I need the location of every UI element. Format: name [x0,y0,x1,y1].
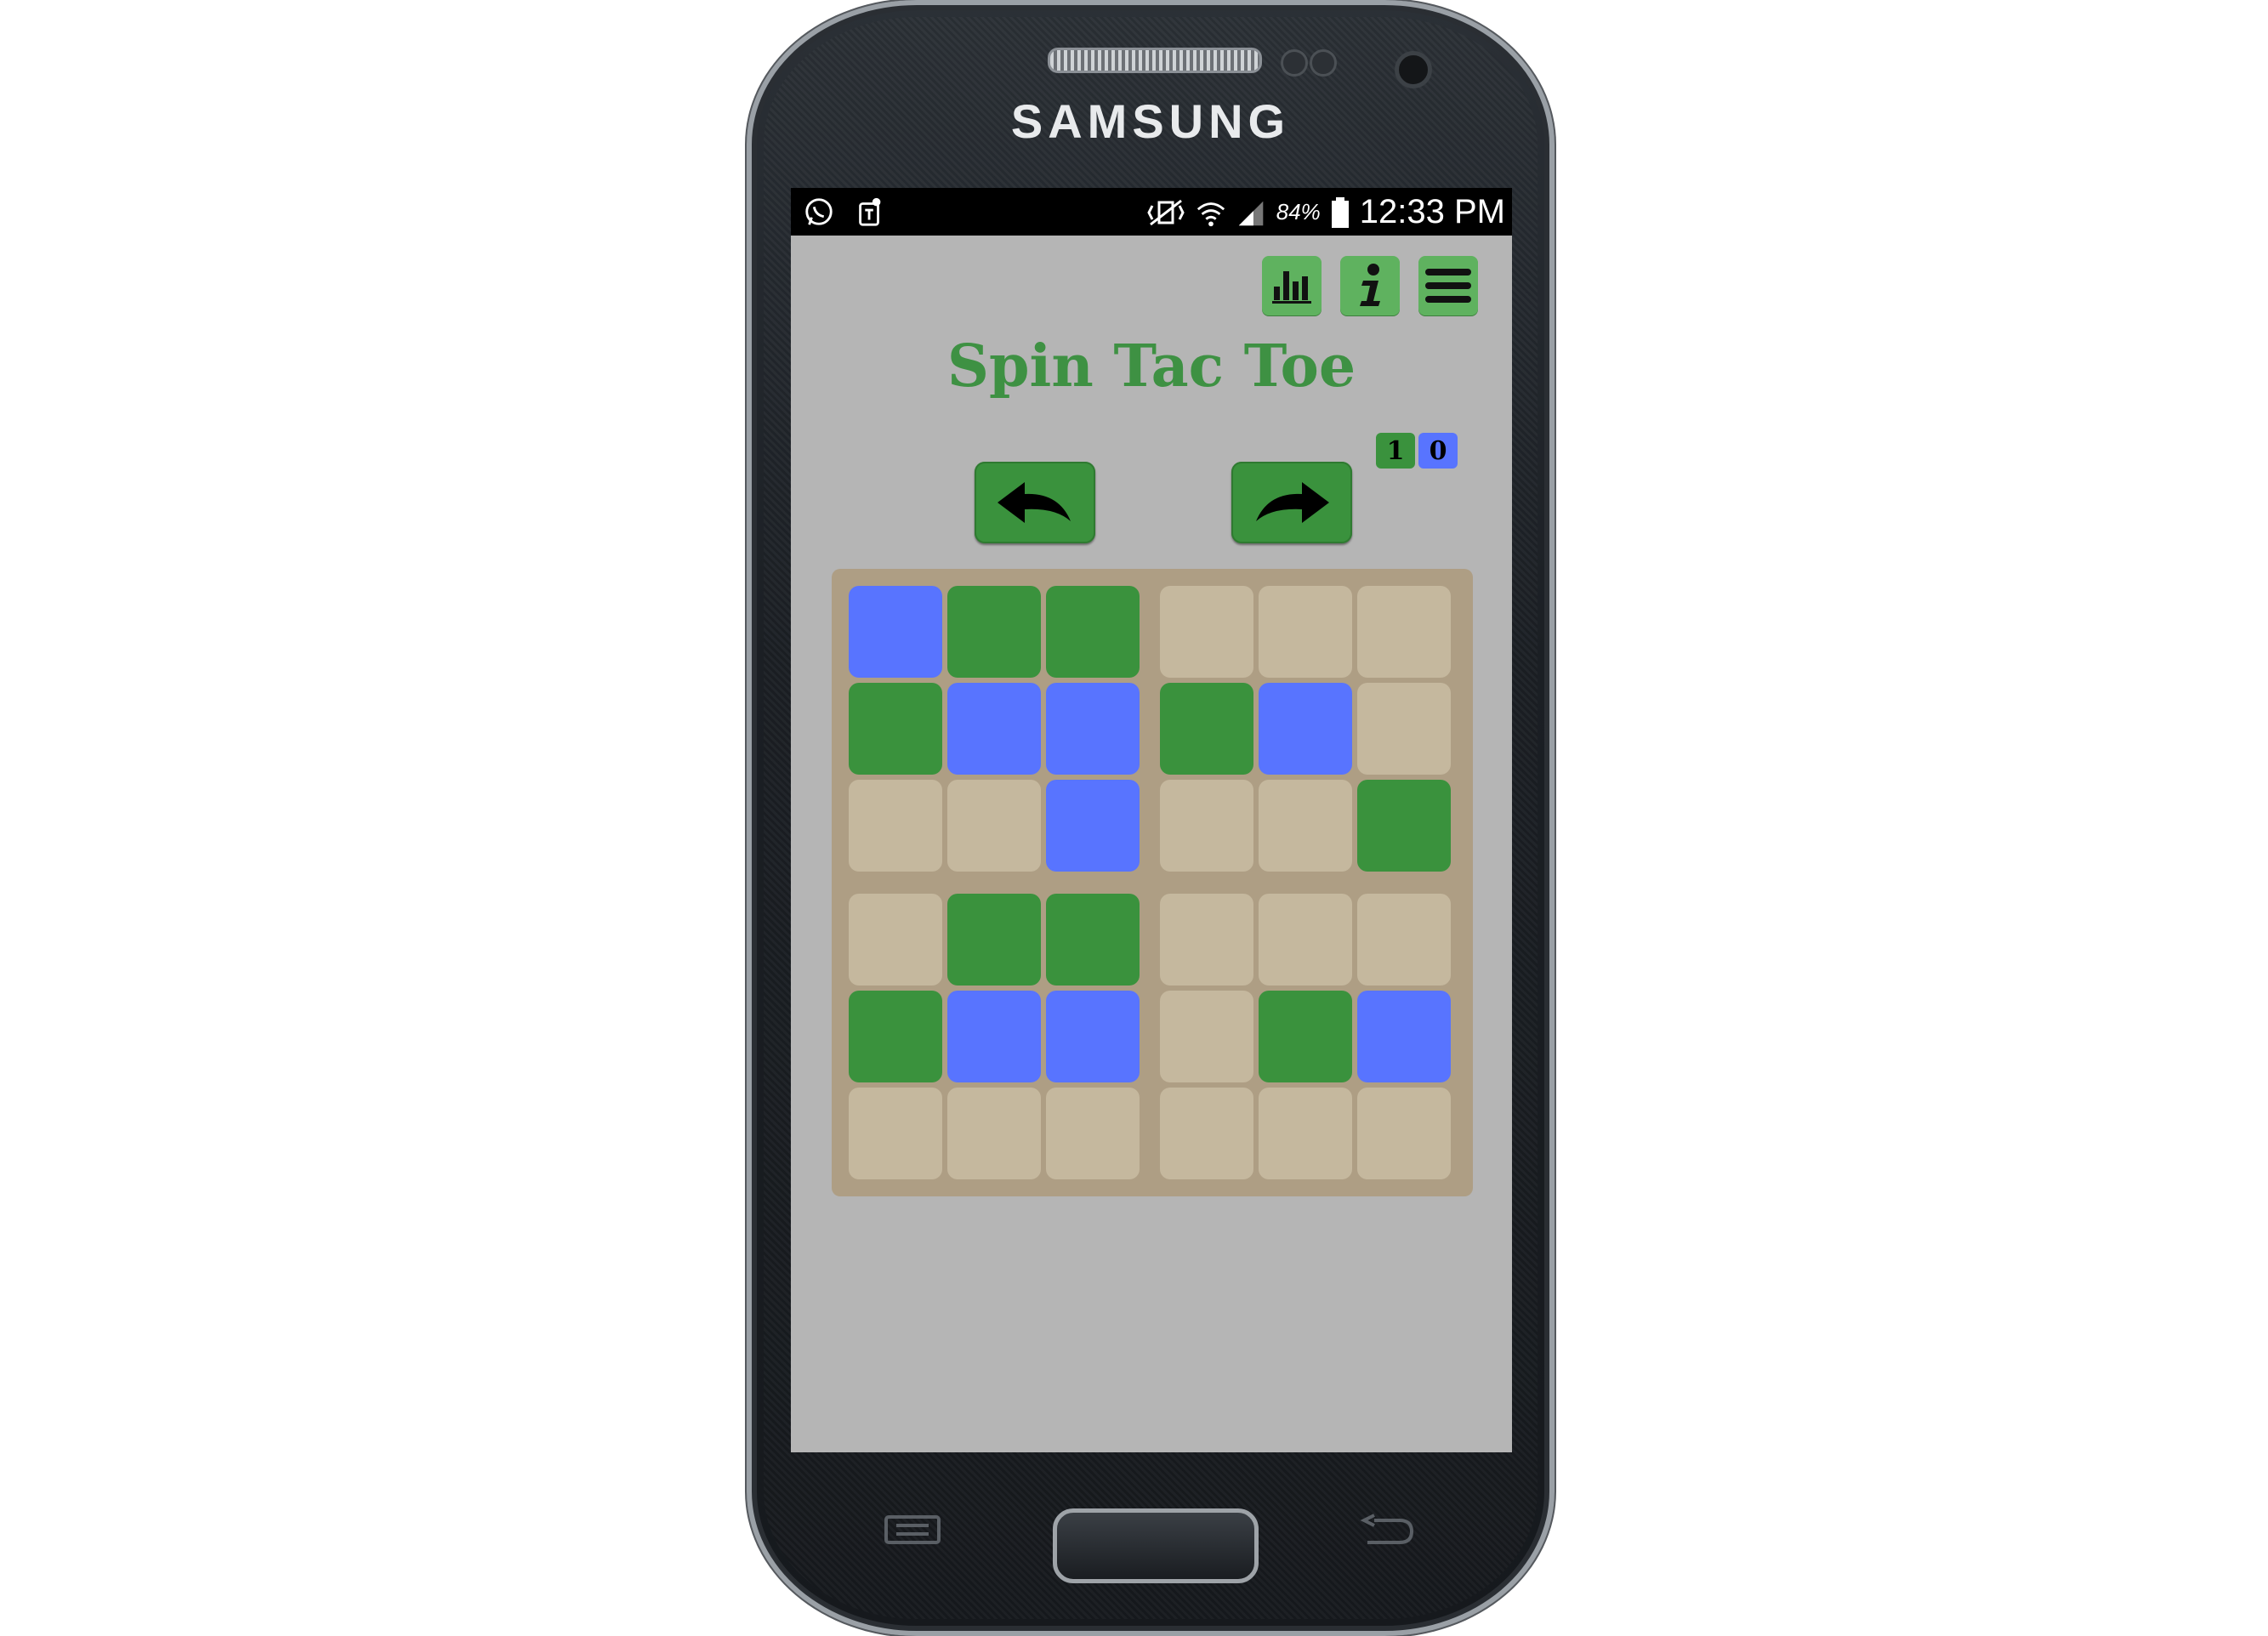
whatsapp-icon [805,198,833,225]
board-cell-empty[interactable] [849,894,942,986]
game-board [832,569,1473,1196]
board-cell-empty[interactable] [1160,991,1253,1082]
info-button[interactable] [1340,256,1400,315]
redo-button[interactable] [1231,462,1352,543]
board-cell-empty[interactable] [1357,894,1451,986]
board-cell-empty[interactable] [849,1088,942,1179]
board-cell-empty[interactable] [1160,780,1253,872]
board-cell-blue[interactable] [1046,683,1140,775]
board-cell-green[interactable] [849,683,942,775]
board-cell-empty[interactable] [1357,586,1451,678]
board-cell-empty[interactable] [1357,683,1451,775]
bar-chart-icon [1272,271,1311,304]
board-cell-empty[interactable] [1259,586,1352,678]
redo-arrow-icon [1256,482,1329,523]
app-notification-icon [859,197,881,226]
board-cell-blue[interactable] [947,683,1041,775]
battery-icon [1331,196,1349,228]
recent-apps-hardware-icon[interactable] [883,1514,944,1548]
board-cell-green[interactable] [1160,683,1253,775]
board-cell-empty[interactable] [1160,586,1253,678]
brand-logo: SAMSUNG [1010,94,1291,148]
board-cell-empty[interactable] [1259,1088,1352,1179]
board-cell-empty[interactable] [1357,1088,1451,1179]
app-title: Spin Tac Toe [946,332,1356,400]
board-cell-green[interactable] [1046,586,1140,678]
stats-button[interactable] [1262,256,1322,315]
phone-screen: 84% 12:33 PM Spin Tac Toe 1 0 [791,188,1512,1452]
status-bar: 84% 12:33 PM [791,188,1512,236]
board-cell-empty[interactable] [849,780,942,872]
wifi-icon [1197,202,1225,226]
player2-score: 0 [1418,433,1458,469]
board-cell-empty[interactable] [1160,1088,1253,1179]
board-cell-blue[interactable] [849,586,942,678]
board-cell-empty[interactable] [1160,894,1253,986]
undo-arrow-icon [998,482,1071,523]
board-cell-green[interactable] [1259,991,1352,1082]
score-display: 1 0 [1376,433,1458,469]
board-cell-green[interactable] [1046,894,1140,986]
light-sensor [1310,49,1337,77]
board-cell-empty[interactable] [1259,780,1352,872]
menu-button[interactable] [1418,256,1478,315]
board-cell-empty[interactable] [1046,1088,1140,1179]
board-cell-blue[interactable] [1046,991,1140,1082]
board-cell-green[interactable] [849,991,942,1082]
board-cell-green[interactable] [1357,780,1451,872]
board-cell-blue[interactable] [947,991,1041,1082]
vibrate-mute-icon [1147,199,1185,225]
front-camera [1395,51,1432,88]
board-cell-green[interactable] [947,586,1041,678]
hamburger-menu-icon [1425,269,1471,303]
board-cell-blue[interactable] [1046,780,1140,872]
board-cell-empty[interactable] [947,1088,1041,1179]
home-hardware-button[interactable] [1053,1508,1259,1583]
board-cell-empty[interactable] [1259,894,1352,986]
app-toolbar [1262,256,1478,315]
proximity-sensor [1281,49,1308,77]
back-hardware-icon[interactable] [1357,1514,1418,1548]
battery-percent: 84% [1276,199,1321,224]
board-cell-blue[interactable] [1259,683,1352,775]
board-cell-blue[interactable] [1357,991,1451,1082]
signal-icon [1238,201,1264,225]
player1-score: 1 [1376,433,1415,469]
undo-button[interactable] [975,462,1095,543]
status-clock: 12:33 PM [1359,193,1505,230]
board-cell-empty[interactable] [947,780,1041,872]
info-icon [1360,264,1380,306]
earpiece-speaker [1048,48,1262,73]
board-cell-green[interactable] [947,894,1041,986]
